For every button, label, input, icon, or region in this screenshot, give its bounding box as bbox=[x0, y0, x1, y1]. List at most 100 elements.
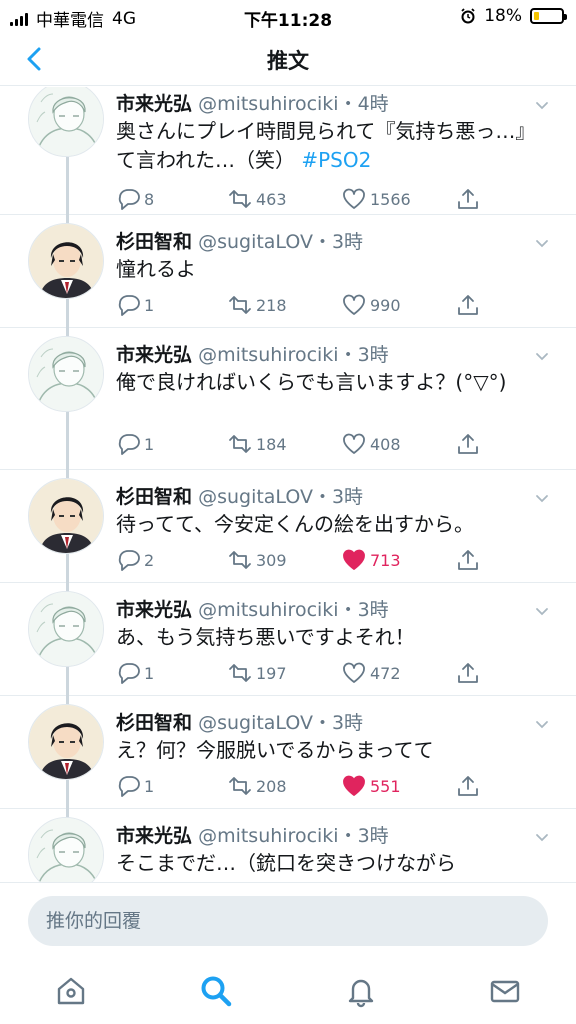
display-name[interactable]: 杉田智和 bbox=[116, 231, 192, 253]
tweet[interactable]: 市来光弘 @mitsuhirociki・3時 そこまでだ…（銃口を突きつけながら bbox=[0, 809, 576, 882]
like-count: 1566 bbox=[370, 189, 411, 209]
tweet[interactable]: 杉田智和 @sugitaLOV・3時 待ってて、今安定くんの絵を出すから。 2 309… bbox=[0, 470, 576, 754]
user-handle[interactable]: @sugitaLOV bbox=[198, 486, 313, 508]
tweet[interactable]: 市来光弘 @mitsuhirociki・3時俺で良ければいくらでも言いますよ？(… bbox=[0, 328, 576, 612]
user-handle[interactable]: @sugitaLOV bbox=[198, 231, 313, 253]
user-handle[interactable]: @mitsuhirociki bbox=[198, 93, 339, 115]
chevron-down-icon bbox=[536, 240, 548, 248]
avatar[interactable] bbox=[28, 223, 104, 299]
reply-count: 2 bbox=[144, 550, 155, 570]
like-button[interactable]: 408 bbox=[342, 432, 401, 456]
like-button[interactable]: 551 bbox=[342, 774, 401, 798]
reply-button[interactable]: 1 bbox=[116, 432, 154, 456]
reply-icon bbox=[118, 550, 140, 571]
tweet-thread[interactable]: 市来光弘 @mitsuhirociki・4時 奥さんにプレイ時間見られて『気持ち悪… bbox=[0, 87, 576, 882]
tweet-text-content: 待ってて、今安定くんの絵を出すから。 bbox=[116, 512, 474, 536]
tweet-actions: 1 218 990 bbox=[116, 293, 556, 319]
share-icon bbox=[458, 550, 478, 570]
tweet-text: 俺で良ければいくらでも言いますよ？(°▽°) bbox=[116, 368, 536, 397]
retweet-count: 197 bbox=[256, 663, 287, 683]
home-icon bbox=[57, 977, 85, 1005]
share-button[interactable] bbox=[456, 661, 480, 685]
avatar[interactable] bbox=[28, 87, 104, 157]
avatar[interactable] bbox=[28, 817, 104, 882]
tab-notifications[interactable] bbox=[344, 974, 378, 1008]
like-icon bbox=[343, 549, 365, 570]
status-right: 18% bbox=[460, 6, 567, 26]
share-icon bbox=[458, 189, 478, 209]
avatar[interactable] bbox=[28, 591, 104, 667]
reply-button[interactable]: 2 bbox=[116, 548, 154, 572]
retweet-button[interactable]: 197 bbox=[228, 661, 287, 685]
reply-count: 1 bbox=[144, 434, 155, 454]
tab-search[interactable] bbox=[199, 974, 233, 1008]
share-icon bbox=[458, 295, 478, 315]
user-handle[interactable]: @mitsuhirociki bbox=[198, 344, 339, 366]
retweet-button[interactable]: 463 bbox=[228, 187, 287, 211]
tweet-time: ・3時 bbox=[338, 825, 389, 847]
retweet-button[interactable]: 208 bbox=[228, 774, 287, 798]
tweet-menu-button[interactable] bbox=[534, 348, 550, 364]
tweet-menu-button[interactable] bbox=[534, 716, 550, 732]
tweet-text: え？何？今服脱いでるからまってて bbox=[116, 736, 536, 765]
user-handle[interactable]: @sugitaLOV bbox=[198, 712, 313, 734]
messages-icon bbox=[490, 980, 520, 1003]
user-handle[interactable]: @mitsuhirociki bbox=[198, 825, 339, 847]
tweet-menu-button[interactable] bbox=[534, 490, 550, 506]
reply-icon bbox=[118, 776, 140, 797]
retweet-button[interactable]: 309 bbox=[228, 548, 287, 572]
tweet[interactable]: 杉田智和 @sugitaLOV ・3時 え？何？今服脱いでるからまってて 1 208 55… bbox=[0, 696, 576, 882]
like-button[interactable]: 1566 bbox=[342, 187, 411, 211]
reply-button[interactable]: 1 bbox=[116, 661, 154, 685]
reply-button[interactable]: 1 bbox=[116, 774, 154, 798]
display-name[interactable]: 市来光弘 bbox=[116, 825, 192, 847]
reply-count: 1 bbox=[144, 295, 155, 315]
avatar[interactable] bbox=[28, 478, 104, 554]
display-name[interactable]: 市来光弘 bbox=[116, 344, 192, 366]
retweet-icon bbox=[229, 551, 251, 569]
share-button[interactable] bbox=[456, 187, 480, 211]
tweet-header: 市来光弘 @mitsuhirociki・3時 bbox=[116, 340, 389, 367]
tweet[interactable]: 市来光弘 @mitsuhirociki・3時 あ、もう気持ち悪いですよそれ！ 1 19… bbox=[0, 583, 576, 867]
tweet[interactable]: 杉田智和 @sugitaLOV・3時 憧れるよ 1 218 990 bbox=[0, 215, 576, 499]
display-name[interactable]: 杉田智和 bbox=[116, 486, 192, 508]
retweet-button[interactable]: 218 bbox=[228, 293, 287, 317]
retweet-icon bbox=[229, 777, 251, 795]
like-button[interactable]: 990 bbox=[342, 293, 401, 317]
tab-messages[interactable] bbox=[488, 974, 522, 1008]
reply-button[interactable]: 1 bbox=[116, 293, 154, 317]
share-button[interactable] bbox=[456, 293, 480, 317]
reply-icon bbox=[118, 189, 140, 210]
tab-home[interactable] bbox=[54, 974, 88, 1008]
retweet-count: 463 bbox=[256, 189, 287, 209]
tweet-menu-button[interactable] bbox=[534, 829, 550, 845]
reply-input[interactable] bbox=[28, 896, 548, 946]
display-name[interactable]: 市来光弘 bbox=[116, 93, 192, 115]
share-button[interactable] bbox=[456, 548, 480, 572]
tweet-menu-button[interactable] bbox=[534, 603, 550, 619]
tweet-menu-button[interactable] bbox=[534, 97, 550, 113]
like-button[interactable]: 472 bbox=[342, 661, 401, 685]
tweet-actions: 1 208 551 bbox=[116, 774, 556, 800]
user-handle[interactable]: @mitsuhirociki bbox=[198, 599, 339, 621]
search-icon bbox=[201, 976, 232, 1007]
status-bar: 中華電信 4G 下午11:28 18% bbox=[0, 0, 576, 34]
retweet-button[interactable]: 184 bbox=[228, 432, 287, 456]
tweet-menu-button[interactable] bbox=[534, 235, 550, 251]
reply-icon bbox=[118, 295, 140, 316]
avatar[interactable] bbox=[28, 704, 104, 780]
reply-icon bbox=[118, 434, 140, 455]
tweet-actions: 1 184 408 bbox=[116, 432, 556, 458]
share-button[interactable] bbox=[456, 774, 480, 798]
reply-button[interactable]: 8 bbox=[116, 187, 154, 211]
tweet-text: あ、もう気持ち悪いですよそれ！ bbox=[116, 623, 536, 652]
avatar[interactable] bbox=[28, 336, 104, 412]
share-button[interactable] bbox=[456, 432, 480, 456]
display-name[interactable]: 杉田智和 bbox=[116, 712, 192, 734]
tweet[interactable]: 市来光弘 @mitsuhirociki・4時 奥さんにプレイ時間見られて『気持ち悪… bbox=[0, 87, 576, 357]
hashtag-link[interactable]: #PSO2 bbox=[301, 148, 371, 172]
like-button[interactable]: 713 bbox=[342, 548, 401, 572]
tweet-text-content: 俺で良ければいくらでも言いますよ？(°▽°) bbox=[116, 370, 507, 394]
reply-count: 1 bbox=[144, 776, 155, 796]
display-name[interactable]: 市来光弘 bbox=[116, 599, 192, 621]
